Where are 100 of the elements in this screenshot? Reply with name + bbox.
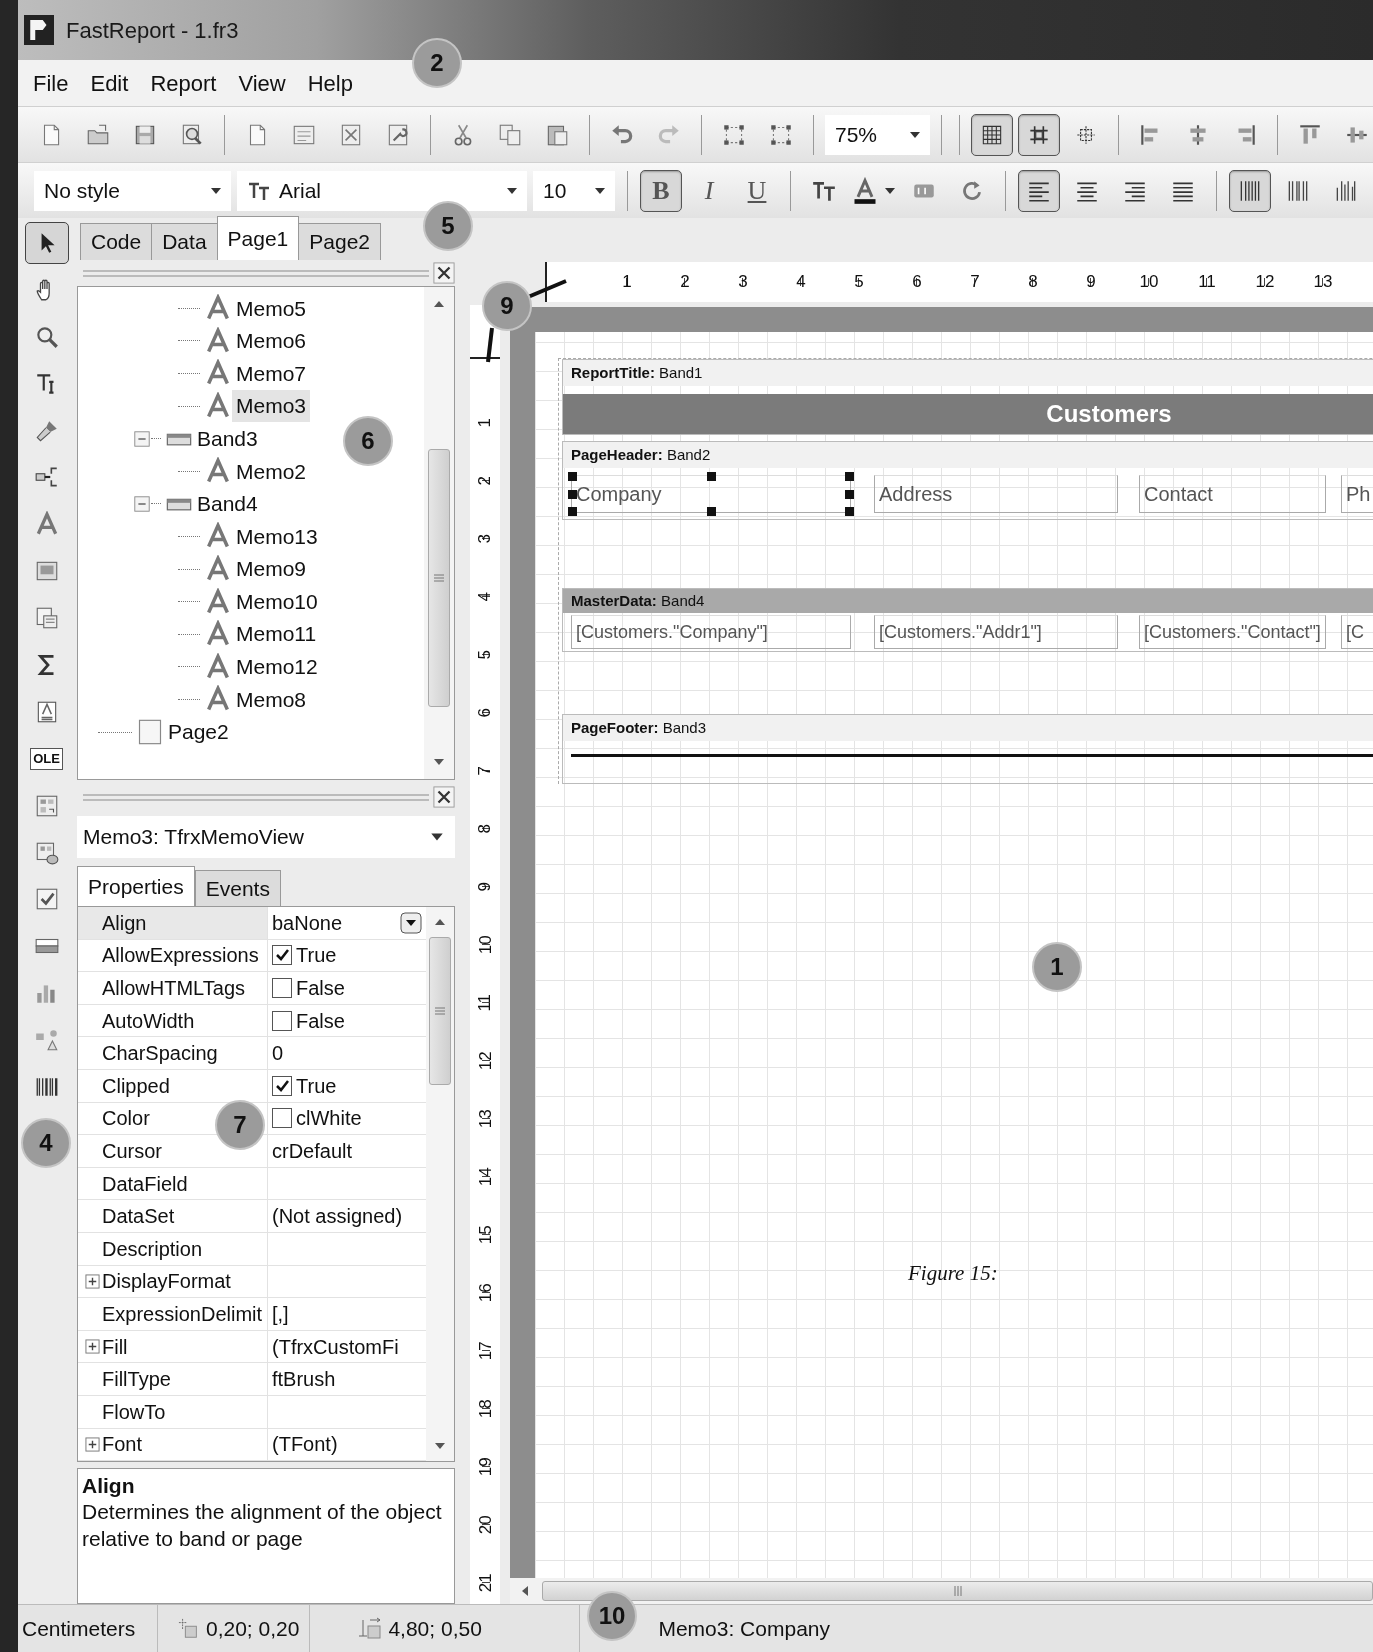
property-name[interactable]: AutoWidth <box>102 1005 195 1036</box>
menu-item[interactable]: Report <box>139 66 228 100</box>
checkbox[interactable] <box>272 1010 292 1031</box>
size-combo[interactable]: 10 <box>533 170 615 211</box>
property-name[interactable]: FillType <box>102 1364 171 1395</box>
tree-item[interactable]: Memo6 <box>232 325 311 357</box>
style-combo[interactable]: No style <box>34 170 231 211</box>
close-icon[interactable] <box>433 262 455 284</box>
tree-item[interactable]: Memo11 <box>232 618 321 650</box>
menu-item[interactable]: File <box>22 66 80 100</box>
page-tab[interactable]: Code <box>80 223 153 260</box>
tree-item[interactable]: Memo9 <box>232 553 311 585</box>
property-value[interactable]: baNone <box>272 907 343 938</box>
tree-item[interactable]: Memo2 <box>232 455 311 487</box>
property-name[interactable]: Clipped <box>102 1070 170 1101</box>
property-name[interactable]: Cursor <box>102 1135 162 1166</box>
band-label: MasterData: Band4 <box>571 591 705 611</box>
collapse-icon[interactable] <box>133 429 151 448</box>
property-name[interactable]: CharSpacing <box>102 1038 218 1069</box>
property-name[interactable]: Description <box>102 1233 203 1264</box>
text-object[interactable]: [C <box>1341 615 1373 649</box>
tree-item[interactable]: Memo5 <box>232 292 311 325</box>
text-align-left-button[interactable] <box>1018 169 1060 212</box>
property-value[interactable]: False <box>296 973 345 1003</box>
property-value[interactable]: clWhite <box>296 1103 362 1134</box>
property-value[interactable]: True <box>296 940 337 971</box>
expand-icon[interactable] <box>84 1339 100 1354</box>
bold-button[interactable]: B <box>640 169 682 212</box>
resize-handle[interactable] <box>707 472 716 481</box>
inspector-tab[interactable]: Properties <box>77 866 195 906</box>
property-value[interactable]: (TFont) <box>272 1429 338 1460</box>
tree-line <box>178 307 200 309</box>
scrollbar-thumb[interactable] <box>428 449 450 707</box>
expand-icon[interactable] <box>84 1273 100 1289</box>
page-tab[interactable]: Page1 <box>216 216 300 260</box>
title-text-object[interactable]: Customers <box>563 394 1373 434</box>
checkbox[interactable] <box>272 945 292 966</box>
object-combo[interactable]: Memo3: TfrxMemoView <box>77 816 455 858</box>
property-name[interactable]: DisplayFormat <box>102 1266 231 1297</box>
property-name[interactable]: FlowTo <box>102 1396 166 1427</box>
menu-item[interactable]: View <box>227 66 297 100</box>
page-tab[interactable]: Data <box>151 223 218 260</box>
inspector-tab[interactable]: Events <box>194 870 281 906</box>
checkbox[interactable] <box>272 1075 292 1096</box>
tree-item[interactable]: Band3 <box>193 422 262 455</box>
property-name[interactable]: AllowHTMLTags <box>102 973 245 1003</box>
underline-button[interactable]: U <box>736 169 778 212</box>
resize-handle[interactable] <box>707 507 716 516</box>
align-to-grid-button[interactable] <box>1018 113 1060 156</box>
property-name[interactable]: DataField <box>102 1168 188 1199</box>
text-object[interactable]: Ph <box>1341 475 1373 513</box>
tree-item[interactable]: Memo3 <box>232 390 311 422</box>
tree-item[interactable]: Memo8 <box>232 683 311 716</box>
property-value[interactable]: 0 <box>272 1038 284 1069</box>
close-icon[interactable] <box>433 786 455 808</box>
ruler-number: 4 <box>795 271 807 294</box>
expand-icon[interactable] <box>84 1436 100 1452</box>
frame-button[interactable] <box>1229 169 1271 212</box>
menu-item[interactable]: Edit <box>79 66 140 100</box>
scrollbar-thumb[interactable] <box>429 937 451 1085</box>
collapse-icon[interactable] <box>133 494 151 513</box>
property-value[interactable]: (Not assigned) <box>272 1201 403 1232</box>
property-value[interactable]: crDefault <box>272 1135 353 1166</box>
dropdown-button-icon[interactable] <box>400 911 422 934</box>
tree-item[interactable]: Page2 <box>164 716 233 748</box>
pointer-tool[interactable] <box>24 222 69 264</box>
zoom-combo[interactable]: 75% <box>825 114 930 155</box>
tree-item[interactable]: Band4 <box>193 488 262 520</box>
checkbox[interactable] <box>272 978 292 998</box>
tree-item[interactable]: Memo7 <box>232 357 311 390</box>
text-object[interactable]: [Customers."Contact"] <box>1139 615 1326 649</box>
property-name[interactable]: Fill <box>102 1331 128 1362</box>
text-object[interactable]: Company <box>571 475 851 513</box>
property-name[interactable]: DataSet <box>102 1201 175 1232</box>
property-value[interactable]: [,] <box>272 1298 289 1329</box>
italic-button[interactable]: I <box>688 169 730 212</box>
text-object[interactable]: Address <box>874 475 1118 513</box>
property-value[interactable]: ftBrush <box>272 1364 336 1395</box>
ruler-number: 16 <box>474 1283 496 1303</box>
property-name[interactable]: Font <box>102 1429 143 1460</box>
page-tab[interactable]: Page2 <box>298 223 382 260</box>
show-grid-button[interactable] <box>971 113 1013 156</box>
menu-item[interactable]: Help <box>296 66 364 100</box>
text-object[interactable]: [Customers."Addr1"] <box>874 615 1118 649</box>
property-value[interactable]: (TfrxCustomFi <box>272 1331 399 1362</box>
tree-item[interactable]: Memo10 <box>232 585 322 618</box>
app-logo-icon <box>24 15 54 45</box>
ole-tool[interactable]: OLE <box>24 737 69 780</box>
property-name[interactable]: ExpressionDelimit <box>102 1298 263 1329</box>
text-object[interactable]: Contact <box>1139 475 1326 513</box>
tree-line <box>178 340 200 342</box>
tree-item[interactable]: Memo12 <box>232 651 322 683</box>
property-value[interactable]: True <box>296 1070 337 1101</box>
font-combo[interactable]: Arial <box>237 170 527 211</box>
tree-item[interactable]: Memo13 <box>232 520 322 553</box>
property-name[interactable]: Color <box>102 1103 150 1134</box>
scrollbar-thumb[interactable] <box>542 1581 1373 1601</box>
property-name[interactable]: AllowExpressions <box>102 940 259 971</box>
property-value[interactable]: False <box>296 1005 345 1036</box>
text-object[interactable]: [Customers."Company"] <box>571 615 851 649</box>
